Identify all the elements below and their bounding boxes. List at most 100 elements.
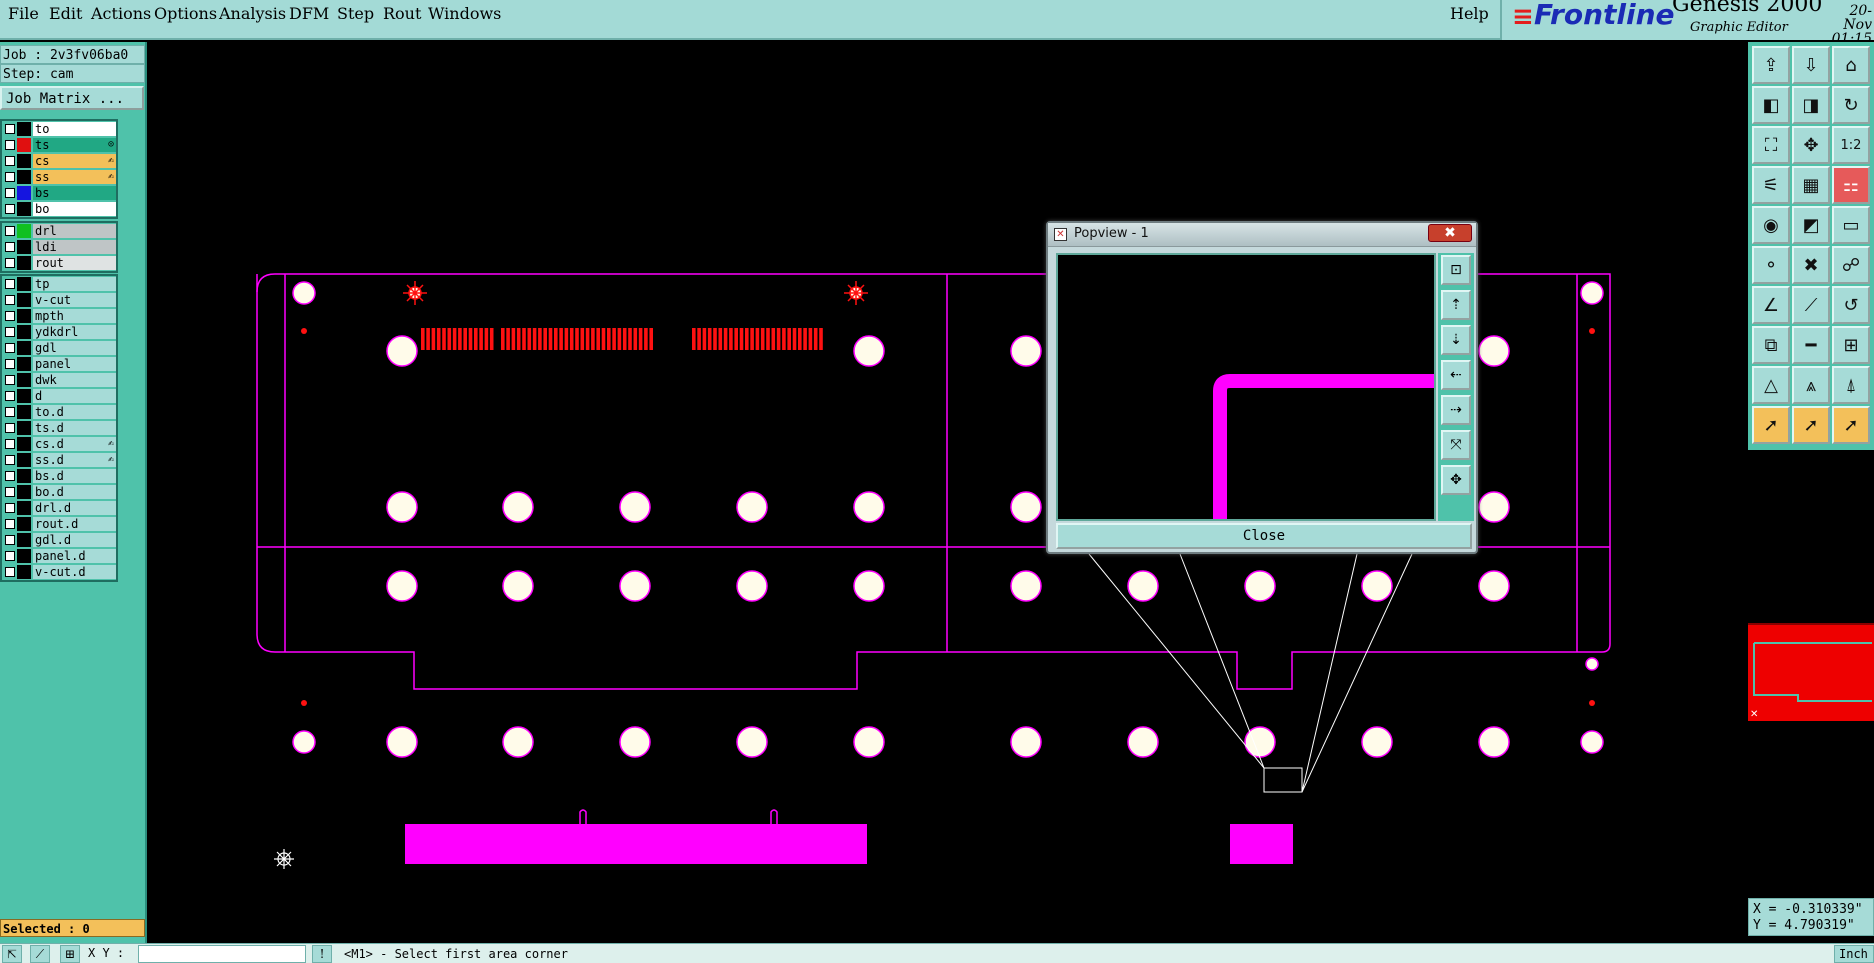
- layer-name[interactable]: to.d: [33, 405, 116, 419]
- layer-color-swatch[interactable]: [17, 240, 31, 254]
- layer-checkbox[interactable]: [5, 258, 15, 268]
- layer-color-swatch[interactable]: [17, 202, 31, 216]
- layer-checkbox[interactable]: [5, 551, 15, 561]
- zoom-out-icon[interactable]: ✥: [1441, 465, 1471, 495]
- tool-angle-icon[interactable]: ∠: [1752, 286, 1790, 324]
- tool-peak-icon[interactable]: ⩓: [1792, 366, 1830, 404]
- units-button[interactable]: Inch: [1834, 945, 1874, 963]
- layer-name[interactable]: bo.d: [33, 485, 116, 499]
- tool-scale-icon[interactable]: 1:2: [1832, 126, 1870, 164]
- layer-name[interactable]: ss ✍: [33, 170, 116, 184]
- layer-checkbox[interactable]: [5, 343, 15, 353]
- layer-name[interactable]: v-cut: [33, 293, 116, 307]
- menu-help[interactable]: Help: [1450, 4, 1489, 23]
- menu-file[interactable]: File: [8, 4, 39, 23]
- tool-arc-icon[interactable]: ↺: [1832, 286, 1870, 324]
- xy-input[interactable]: [138, 945, 306, 963]
- tool-move-icon[interactable]: ⧉: [1752, 326, 1790, 364]
- tool-save-icon[interactable]: ⇩: [1792, 46, 1830, 84]
- layer-name[interactable]: gdl: [33, 341, 116, 355]
- layer-checkbox[interactable]: [5, 140, 15, 150]
- layer-color-swatch[interactable]: [17, 549, 31, 563]
- tool-add-rect-icon[interactable]: ▭: [1832, 206, 1870, 244]
- tool-grid-icon[interactable]: ▦: [1792, 166, 1830, 204]
- tool-triangle-icon[interactable]: △: [1752, 366, 1790, 404]
- layer-checkbox[interactable]: [5, 172, 15, 182]
- tool-zoom-fit-icon[interactable]: ⛶: [1752, 126, 1790, 164]
- layer-color-swatch[interactable]: [17, 293, 31, 307]
- layer-checkbox[interactable]: [5, 535, 15, 545]
- tool-pan-right-icon[interactable]: ◨: [1792, 86, 1830, 124]
- tool-add-line-icon[interactable]: ◩: [1792, 206, 1830, 244]
- tool-redraw-icon[interactable]: ↻: [1832, 86, 1870, 124]
- popview-titlebar[interactable]: ✕ Popview - 1 ✖: [1048, 223, 1476, 247]
- layer-name[interactable]: ydkdrl: [33, 325, 116, 339]
- pan-left-icon[interactable]: ⇠: [1441, 360, 1471, 390]
- layer-row-tp[interactable]: tp: [2, 276, 116, 292]
- layer-row-ss[interactable]: ss ✍: [2, 169, 116, 185]
- layer-checkbox[interactable]: [5, 503, 15, 513]
- grid-mode-icon[interactable]: ⊞: [60, 945, 80, 963]
- tool-home-icon[interactable]: ⌂: [1832, 46, 1870, 84]
- layer-color-swatch[interactable]: [17, 405, 31, 419]
- zoom-home-icon[interactable]: ⊡: [1441, 255, 1471, 285]
- layer-color-swatch[interactable]: [17, 170, 31, 184]
- layer-color-swatch[interactable]: [17, 485, 31, 499]
- layer-color-swatch[interactable]: [17, 437, 31, 451]
- layer-row-bs.d[interactable]: bs.d: [2, 468, 116, 484]
- tool-open-icon[interactable]: ⇪: [1752, 46, 1790, 84]
- tool-snap-icon[interactable]: ⚏: [1832, 166, 1870, 204]
- graphic-canvas[interactable]: [147, 42, 1748, 943]
- layer-color-swatch[interactable]: [17, 325, 31, 339]
- layer-color-swatch[interactable]: [17, 373, 31, 387]
- layer-row-drl[interactable]: drl: [2, 223, 116, 239]
- layer-checkbox[interactable]: [5, 471, 15, 481]
- tool-measure-icon[interactable]: ⚟: [1752, 166, 1790, 204]
- layer-row-gdl[interactable]: gdl: [2, 340, 116, 356]
- layer-name[interactable]: v-cut.d: [33, 565, 116, 579]
- layer-name[interactable]: gdl.d: [33, 533, 116, 547]
- tool-zoom-icon[interactable]: ✥: [1792, 126, 1830, 164]
- layer-name[interactable]: dwk: [33, 373, 116, 387]
- tool-select-poly-icon[interactable]: ➚: [1832, 406, 1870, 444]
- layer-name[interactable]: drl.d: [33, 501, 116, 515]
- layer-row-cs.d[interactable]: cs.d ✍: [2, 436, 116, 452]
- layer-checkbox[interactable]: [5, 204, 15, 214]
- layer-row-rout.d[interactable]: rout.d: [2, 516, 116, 532]
- layer-name[interactable]: to: [33, 122, 116, 136]
- layer-color-swatch[interactable]: [17, 256, 31, 270]
- layer-row-v-cut.d[interactable]: v-cut.d: [2, 564, 116, 580]
- layer-name[interactable]: ss.d ✍: [33, 453, 116, 467]
- window-close-button[interactable]: ✖: [1428, 224, 1472, 242]
- layer-name[interactable]: panel.d: [33, 549, 116, 563]
- layer-color-swatch[interactable]: [17, 517, 31, 531]
- pan-up-icon[interactable]: ⇡: [1441, 290, 1471, 320]
- pan-down-icon[interactable]: ⇣: [1441, 325, 1471, 355]
- layer-row-to.d[interactable]: to.d: [2, 404, 116, 420]
- layer-row-ts[interactable]: ts ⊙: [2, 137, 116, 153]
- layer-name[interactable]: ts ⊙: [33, 138, 116, 152]
- tool-dimension-icon[interactable]: ⊞: [1832, 326, 1870, 364]
- layer-row-ydkdrl[interactable]: ydkdrl: [2, 324, 116, 340]
- zoom-in-icon[interactable]: ⤧: [1441, 430, 1471, 460]
- job-matrix-button[interactable]: Job Matrix ...: [0, 86, 144, 110]
- layer-color-swatch[interactable]: [17, 565, 31, 579]
- layer-row-panel.d[interactable]: panel.d: [2, 548, 116, 564]
- layer-name[interactable]: tp: [33, 277, 116, 291]
- layer-name[interactable]: rout.d: [33, 517, 116, 531]
- layer-row-dwk[interactable]: dwk: [2, 372, 116, 388]
- tool-delete-icon[interactable]: ✖: [1792, 246, 1830, 284]
- layer-checkbox[interactable]: [5, 519, 15, 529]
- layer-checkbox[interactable]: [5, 327, 15, 337]
- layer-name[interactable]: mpth: [33, 309, 116, 323]
- layer-row-mpth[interactable]: mpth: [2, 308, 116, 324]
- layer-row-ldi[interactable]: ldi: [2, 239, 116, 255]
- layer-checkbox[interactable]: [5, 156, 15, 166]
- layer-checkbox[interactable]: [5, 359, 15, 369]
- layer-color-swatch[interactable]: [17, 186, 31, 200]
- angle-mode-icon[interactable]: ⟋: [30, 945, 50, 963]
- layer-row-to[interactable]: to: [2, 121, 116, 137]
- layer-name[interactable]: bs: [33, 186, 116, 200]
- layer-checkbox[interactable]: [5, 295, 15, 305]
- layer-checkbox[interactable]: [5, 423, 15, 433]
